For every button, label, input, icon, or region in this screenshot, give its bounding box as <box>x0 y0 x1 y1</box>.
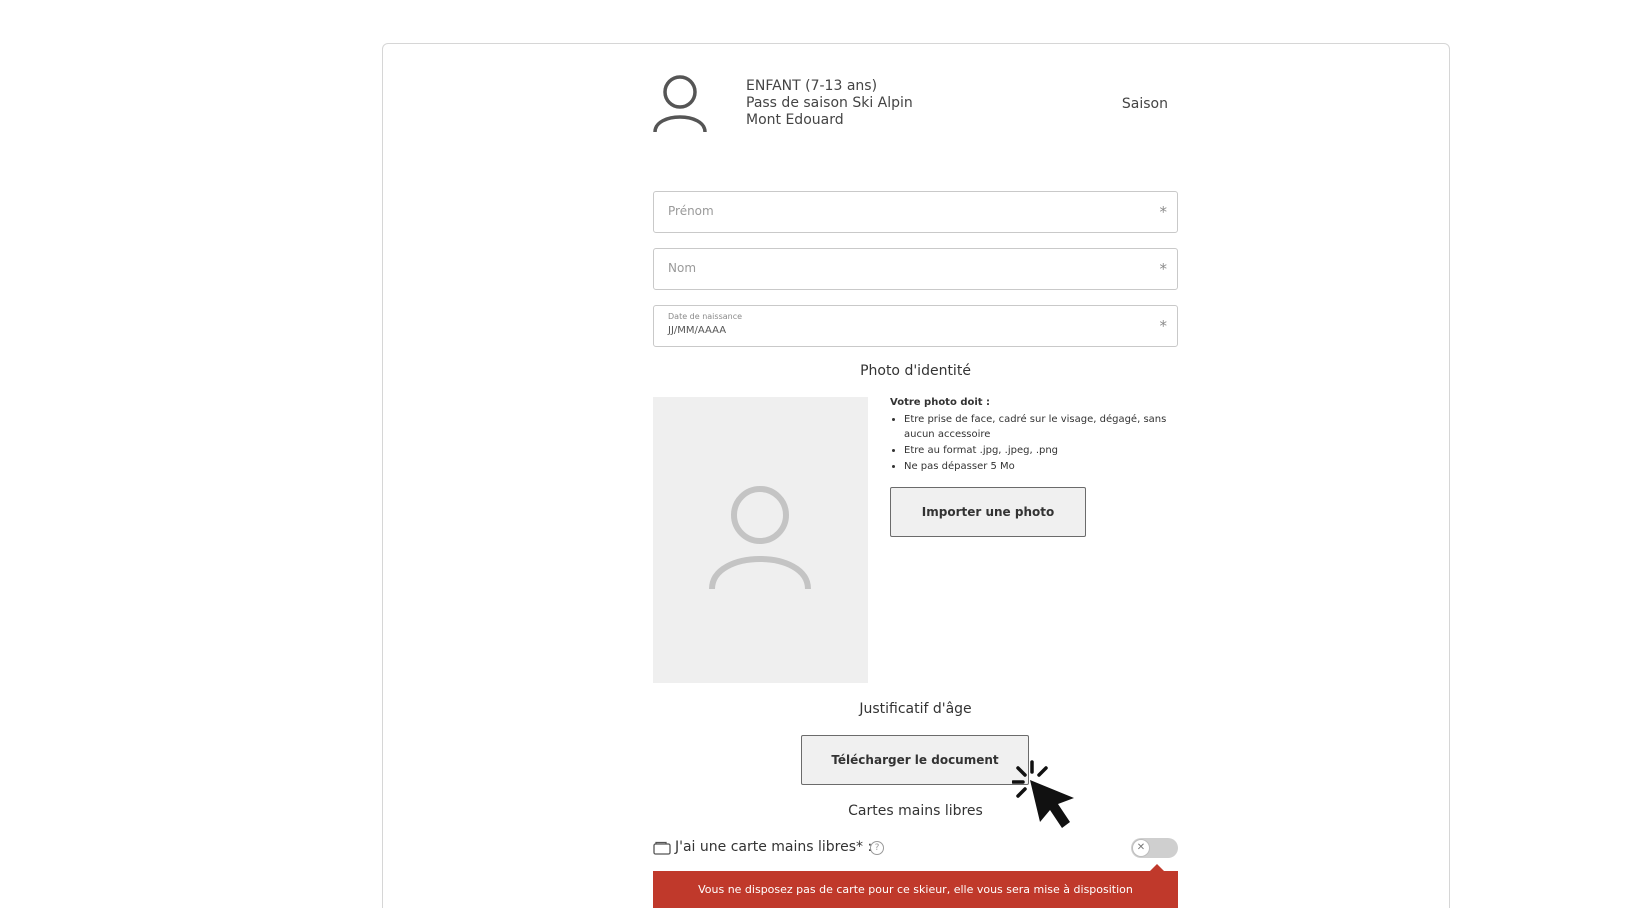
last-name-field[interactable]: Nom * <box>653 248 1178 290</box>
help-icon[interactable]: ? <box>870 841 884 855</box>
wallet-icon <box>653 841 671 855</box>
product-pass-name: Pass de saison Ski Alpin <box>746 95 913 111</box>
required-icon: * <box>1159 317 1168 335</box>
photo-section-title: Photo d'identité <box>860 363 971 379</box>
hands-free-card-row: J'ai une carte mains libres* : ? ✕ <box>653 838 1178 860</box>
first-name-placeholder: Prénom <box>668 204 714 218</box>
product-resort: Mont Edouard <box>746 112 844 128</box>
age-proof-title: Justificatif d'âge <box>859 701 972 717</box>
birth-date-value: JJ/MM/AAAA <box>668 325 727 336</box>
birth-date-field[interactable]: Date de naissance JJ/MM/AAAA * <box>653 305 1178 347</box>
photo-rule: Etre au format .jpg, .jpeg, .png <box>904 443 1180 458</box>
import-photo-button[interactable]: Importer une photo <box>890 487 1086 537</box>
last-name-placeholder: Nom <box>668 261 697 275</box>
product-header: ENFANT (7-13 ans) Pass de saison Ski Alp… <box>652 72 1178 136</box>
required-icon: * <box>1159 260 1168 278</box>
photo-requirements: Votre photo doit : Etre prise de face, c… <box>890 397 1180 475</box>
hands-free-toggle[interactable]: ✕ <box>1131 838 1178 858</box>
user-icon <box>653 75 707 133</box>
hands-free-title: Cartes mains libres <box>848 803 983 819</box>
photo-rule: Ne pas dépasser 5 Mo <box>904 459 1180 474</box>
photo-rule: Etre prise de face, cadré sur le visage,… <box>904 412 1180 442</box>
user-placeholder-icon <box>709 486 811 590</box>
photo-placeholder[interactable] <box>653 397 868 683</box>
no-card-alert: Vous ne disposez pas de carte pour ce sk… <box>653 871 1178 908</box>
product-period: Saison <box>1121 96 1168 112</box>
required-icon: * <box>1159 203 1168 221</box>
first-name-field[interactable]: Prénom * <box>653 191 1178 233</box>
upload-document-button[interactable]: Télécharger le document <box>801 735 1029 785</box>
toggle-knob-close-icon: ✕ <box>1132 839 1150 857</box>
photo-rules-list: Etre prise de face, cadré sur le visage,… <box>890 412 1180 474</box>
birth-date-label: Date de naissance <box>668 312 743 321</box>
click-cursor-icon <box>1012 760 1074 828</box>
hands-free-question: J'ai une carte mains libres* : <box>675 839 873 855</box>
product-category: ENFANT (7-13 ans) <box>746 78 878 94</box>
product-description: ENFANT (7-13 ans) Pass de saison Ski Alp… <box>746 78 913 129</box>
photo-rules-heading: Votre photo doit : <box>890 397 991 408</box>
